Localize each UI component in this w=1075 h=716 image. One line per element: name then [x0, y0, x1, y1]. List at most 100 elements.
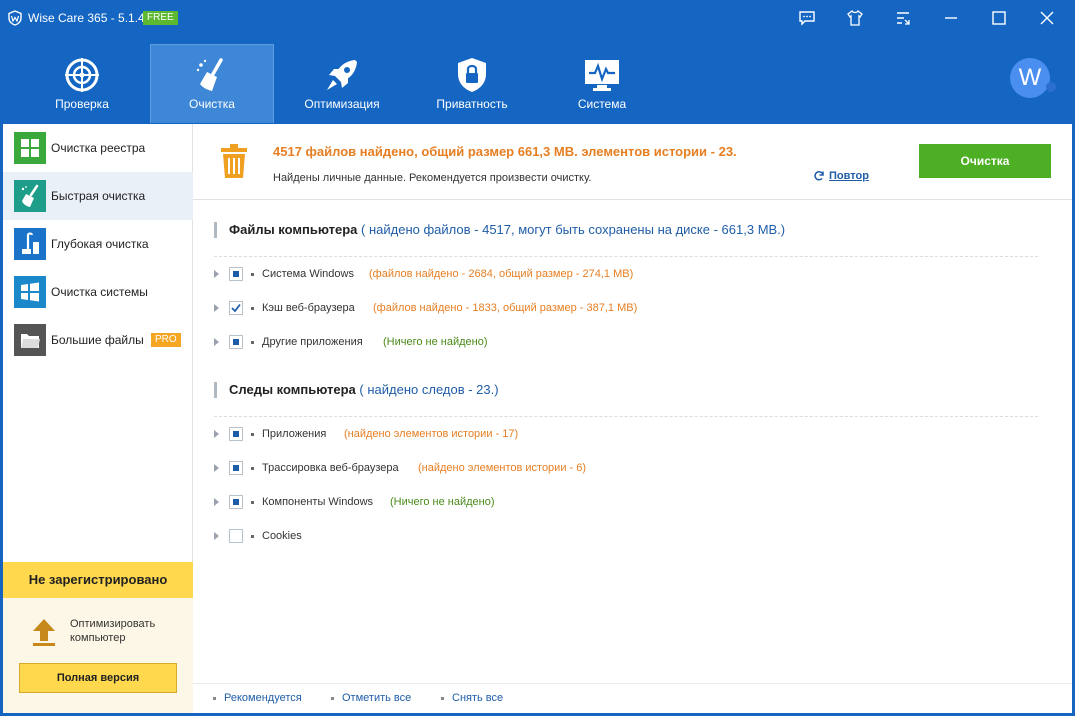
- section-info-text: ( найдено файлов - 4517, могут быть сохр…: [361, 222, 786, 237]
- nav-tab-privacy[interactable]: Приватность: [410, 44, 534, 123]
- expand-caret-icon[interactable]: [214, 304, 219, 312]
- nav-tab-check[interactable]: Проверка: [20, 44, 144, 123]
- sidebar-item-label: Большие файлы: [51, 333, 144, 347]
- checkbox[interactable]: [229, 427, 243, 441]
- avatar-letter: W: [1018, 64, 1042, 91]
- app-logo-icon: [7, 10, 23, 26]
- bullet: [251, 307, 254, 310]
- checkbox[interactable]: [229, 267, 243, 281]
- list-item-detail: (файлов найдено - 1833, общий размер - 3…: [373, 302, 638, 314]
- vacuum-icon: [14, 228, 46, 260]
- list-item-detail: (найдено элементов истории - 6): [418, 462, 587, 474]
- nav-tab-label: Система: [577, 97, 627, 111]
- free-badge: FREE: [143, 11, 178, 25]
- nav-tab-clean[interactable]: Очистка: [150, 44, 274, 123]
- main-nav: Проверка Очистка Оптимизация Приватность…: [0, 36, 1075, 124]
- checkbox[interactable]: [229, 301, 243, 315]
- close-icon[interactable]: [1038, 9, 1056, 27]
- list-item[interactable]: Приложения (найдено элементов истории - …: [214, 426, 1044, 442]
- footer-bar: Рекомендуется Отметить все Снять все: [193, 683, 1072, 713]
- nav-tab-label: Очистка: [189, 97, 235, 111]
- registration-text: Оптимизировать компьютер: [70, 618, 156, 644]
- expand-caret-icon[interactable]: [214, 338, 219, 346]
- list-item[interactable]: Кэш веб-браузера (файлов найдено - 1833,…: [214, 300, 1044, 316]
- full-version-button[interactable]: Полная версия: [19, 663, 177, 693]
- maximize-icon[interactable]: [990, 9, 1008, 27]
- expand-caret-icon[interactable]: [214, 532, 219, 540]
- checkbox[interactable]: [229, 461, 243, 475]
- select-all-link[interactable]: Отметить все: [342, 692, 411, 704]
- list-item-name: Другие приложения: [262, 336, 363, 348]
- monitor-icon: [585, 60, 619, 91]
- bullet: [441, 697, 444, 700]
- list-item[interactable]: Компоненты Windows (Ничего не найдено): [214, 494, 1044, 510]
- trash-icon: [218, 143, 250, 179]
- sidebar-item-deep-clean[interactable]: Глубокая очистка: [3, 220, 193, 268]
- avatar-status-dot: [1046, 82, 1056, 92]
- summary-subtitle: Найдены личные данные. Рекомендуется про…: [273, 172, 592, 184]
- divider: [214, 256, 1038, 257]
- list-item-name: Система Windows: [262, 268, 354, 280]
- expand-caret-icon[interactable]: [214, 464, 219, 472]
- broom-icon: [14, 180, 46, 212]
- expand-caret-icon[interactable]: [214, 270, 219, 278]
- sidebar-item-label: Быстрая очистка: [51, 189, 146, 203]
- checkbox[interactable]: [229, 495, 243, 509]
- list-item[interactable]: Cookies: [214, 528, 1044, 544]
- sidebar-item-system-clean[interactable]: Очистка системы: [3, 268, 193, 316]
- section-info-text: ( найдено следов - 23.): [359, 382, 499, 397]
- bullet: [251, 467, 254, 470]
- checkbox[interactable]: [229, 335, 243, 349]
- sidebar-item-label: Очистка реестра: [51, 141, 146, 155]
- nav-tab-optimize[interactable]: Оптимизация: [280, 44, 404, 123]
- sidebar: Очистка реестра Быстрая очистка Глубокая…: [3, 124, 193, 713]
- sidebar-item-large-files[interactable]: Большие файлы PRO: [3, 316, 193, 364]
- list-item-name: Компоненты Windows: [262, 496, 374, 508]
- skin-icon[interactable]: [846, 9, 864, 27]
- nav-tab-label: Проверка: [55, 97, 109, 111]
- sidebar-item-registry[interactable]: Очистка реестра: [3, 124, 193, 172]
- list-item[interactable]: Система Windows (файлов найдено - 2684, …: [214, 266, 1044, 282]
- refresh-icon[interactable]: [813, 170, 825, 182]
- sidebar-item-quick-clean[interactable]: Быстрая очистка: [3, 172, 193, 220]
- summary-title: 4517 файлов найдено, общий размер 661,3 …: [273, 144, 737, 159]
- bullet: [331, 697, 334, 700]
- list-item-detail: (Ничего не найдено): [390, 496, 495, 508]
- pro-badge: PRO: [151, 333, 181, 347]
- list-item[interactable]: Трассировка веб-браузера (найдено элемен…: [214, 460, 1044, 476]
- list-item[interactable]: Другие приложения (Ничего не найдено): [214, 334, 1044, 350]
- feedback-icon[interactable]: [798, 9, 816, 27]
- list-item-detail: (найдено элементов истории - 17): [344, 428, 519, 440]
- sidebar-item-label: Очистка системы: [51, 285, 148, 299]
- bullet: [251, 273, 254, 276]
- bullet: [251, 433, 254, 436]
- recommended-link[interactable]: Рекомендуется: [224, 692, 302, 704]
- bullet: [251, 535, 254, 538]
- radar-icon: [65, 58, 99, 92]
- user-avatar[interactable]: W: [1010, 58, 1056, 98]
- repeat-link[interactable]: Повтор: [829, 170, 869, 182]
- registration-panel: Не зарегистрировано Оптимизировать компь…: [3, 562, 193, 713]
- list-item-detail: (Ничего не найдено): [383, 336, 488, 348]
- deselect-all-link[interactable]: Снять все: [452, 692, 503, 704]
- expand-caret-icon[interactable]: [214, 430, 219, 438]
- section-title-traces: Следы компьютера ( найдено следов - 23.): [214, 382, 499, 398]
- minimize-icon[interactable]: [942, 9, 960, 27]
- section-title-text: Следы компьютера: [229, 382, 356, 397]
- registration-heading: Не зарегистрировано: [3, 562, 193, 598]
- folder-icon: [14, 324, 46, 356]
- expand-caret-icon[interactable]: [214, 498, 219, 506]
- section-title-files: Файлы компьютера ( найдено файлов - 4517…: [214, 222, 785, 238]
- rocket-icon: [327, 60, 357, 90]
- clean-button[interactable]: Очистка: [919, 144, 1051, 178]
- nav-tab-system[interactable]: Система: [540, 44, 664, 123]
- checkbox[interactable]: [229, 529, 243, 543]
- app-title: Wise Care 365 - 5.1.4: [28, 11, 145, 25]
- upgrade-arrow-icon: [31, 617, 57, 647]
- title-bar: Wise Care 365 - 5.1.4 FREE: [0, 0, 1075, 36]
- list-item-name: Cookies: [262, 530, 302, 542]
- nav-tab-label: Приватность: [436, 97, 508, 111]
- bullet: [251, 341, 254, 344]
- menu-icon[interactable]: [894, 9, 912, 27]
- main-content: 4517 файлов найдено, общий размер 661,3 …: [193, 124, 1072, 713]
